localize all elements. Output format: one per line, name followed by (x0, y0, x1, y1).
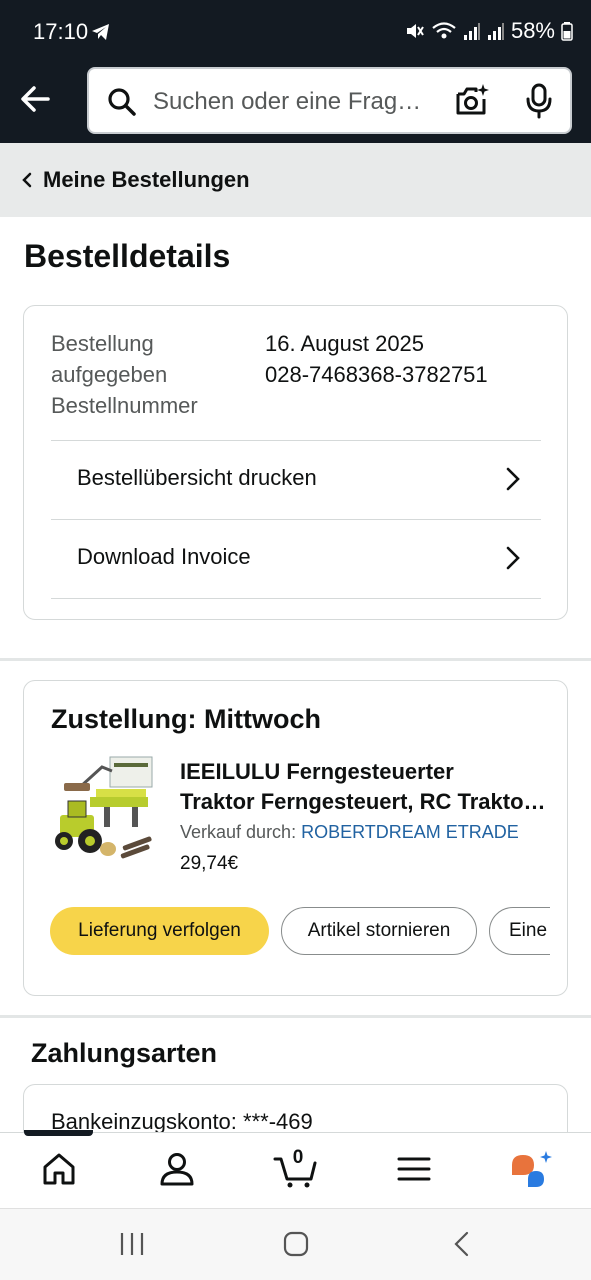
cart-count: 0 (292, 1147, 304, 1168)
sold-by-label: Verkauf durch: (180, 822, 302, 842)
seller-link[interactable]: ROBERTDREAM ETRADE (301, 822, 519, 842)
product-title-line2: Traktor Ferngesteuert, RC Traktor Fernge… (180, 789, 550, 814)
page-title: Bestelldetails (24, 238, 231, 274)
download-invoice-row[interactable]: Download Invoice (51, 520, 541, 598)
order-number-label: Bestellnummer (51, 393, 198, 418)
status-indicators: 58% (405, 18, 573, 44)
recent-apps-icon[interactable] (119, 1231, 145, 1257)
product-title-line1: IEEILULU Ferngesteuerter (180, 759, 454, 784)
account-icon[interactable] (157, 1149, 197, 1189)
battery-icon (561, 22, 573, 41)
camera-search-icon[interactable] (454, 83, 490, 119)
placed-label-line1: Bestellung (51, 331, 154, 356)
product-title[interactable]: IEEILULU Ferngesteuerter Traktor Fernges… (180, 757, 550, 817)
status-bar: 17:10 58% (0, 0, 591, 62)
product-price: 29,74€ (180, 853, 239, 874)
section-divider (0, 658, 591, 661)
placed-label-line2: aufgegeben (51, 362, 168, 387)
breadcrumb-label[interactable]: Meine Bestellungen (43, 167, 250, 193)
download-invoice-label: Download Invoice (77, 544, 251, 569)
signal-icon (463, 23, 480, 40)
home-icon[interactable] (39, 1149, 79, 1189)
telegram-icon (92, 24, 109, 40)
chevron-right-icon (506, 546, 520, 570)
track-delivery-button[interactable]: Lieferung verfolgen (50, 907, 269, 955)
search-icon (108, 88, 136, 116)
status-time: 17:10 (33, 19, 89, 44)
delivery-card: Zustellung: Mittwoch IEEILULU Ferngesteu… (23, 680, 568, 996)
system-back-icon[interactable] (452, 1231, 472, 1257)
home-button-icon[interactable] (283, 1231, 309, 1257)
section-divider (0, 1015, 591, 1018)
chevron-left-icon (22, 172, 32, 188)
mute-icon (406, 24, 424, 38)
wifi-icon (432, 22, 456, 39)
chevron-right-icon (506, 467, 520, 491)
order-date: 16. August 2025 (265, 331, 425, 356)
print-summary-row[interactable]: Bestellübersicht drucken (51, 441, 541, 519)
print-summary-label: Bestellübersicht drucken (77, 465, 317, 490)
order-number: 028-7468368-3782751 (265, 362, 488, 387)
microphone-icon[interactable] (525, 83, 553, 119)
battery-percent: 58% (510, 18, 555, 43)
menu-icon[interactable] (394, 1149, 434, 1189)
search-header: Suchen oder eine Frag… (0, 62, 591, 143)
signal-icon-2 (487, 23, 504, 40)
system-navigation (0, 1208, 591, 1280)
search-input[interactable]: Suchen oder eine Frag… (87, 67, 572, 134)
order-info-values: 16. August 2025 028-7468368-3782751 (265, 328, 488, 390)
active-tab-indicator (24, 1130, 93, 1136)
search-placeholder: Suchen oder eine Frag… (153, 88, 422, 115)
divider (51, 598, 541, 599)
payment-section-title: Zahlungsarten (31, 1038, 218, 1068)
cancel-item-button[interactable]: Artikel stornieren (281, 907, 477, 955)
order-info-labels: Bestellung aufgegeben Bestellnummer (51, 328, 251, 421)
more-action-button[interactable]: Eine (489, 907, 550, 955)
bottom-nav (0, 1130, 591, 1208)
breadcrumb[interactable]: Meine Bestellungen (0, 143, 591, 217)
back-arrow-icon[interactable] (16, 80, 54, 118)
action-buttons: Lieferung verfolgen Artikel stornieren E… (50, 907, 550, 957)
delivery-title: Zustellung: Mittwoch (51, 704, 321, 734)
order-info-card: Bestellung aufgegeben Bestellnummer 16. … (23, 305, 568, 620)
rufus-assistant-icon[interactable] (510, 1149, 554, 1189)
product-image[interactable] (50, 753, 156, 863)
seller-line: Verkauf durch: ROBERTDREAM ETRADE (180, 822, 519, 843)
